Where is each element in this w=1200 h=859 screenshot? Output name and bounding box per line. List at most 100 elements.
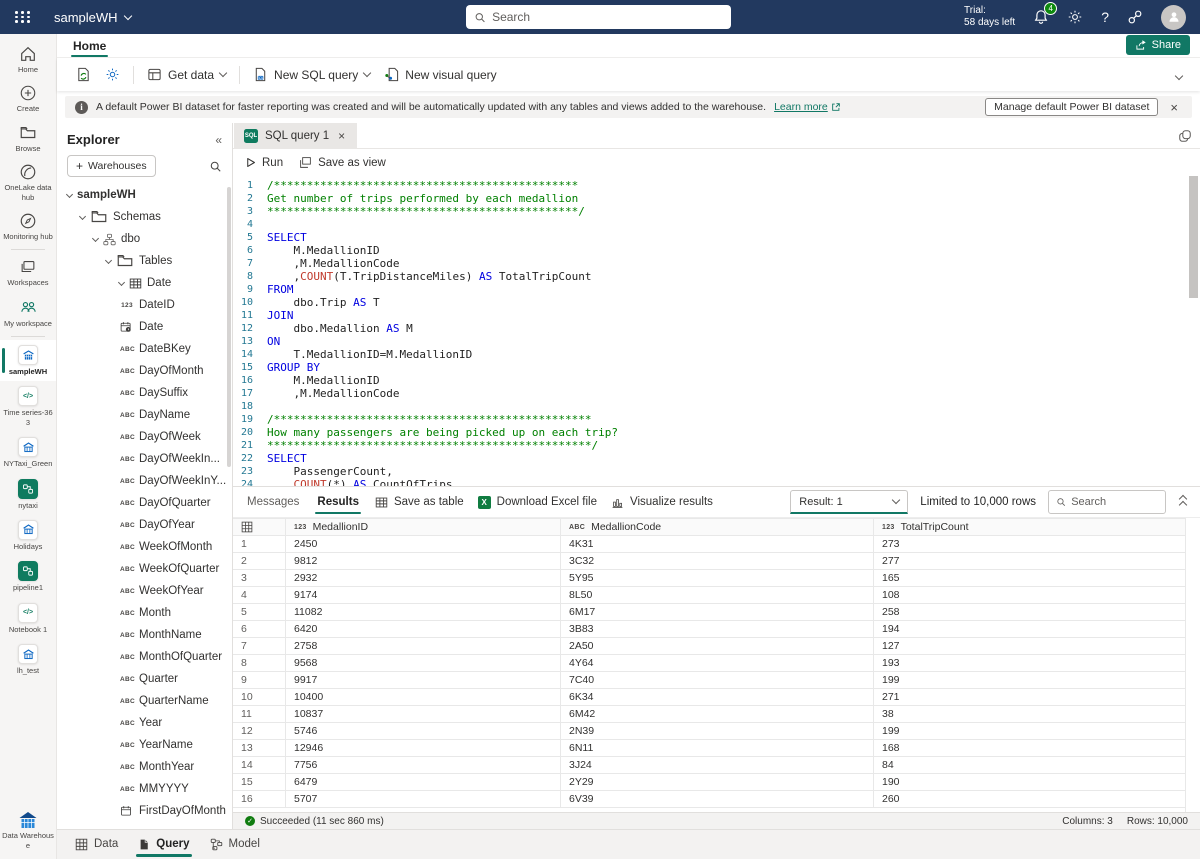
settings-button[interactable] (1067, 9, 1083, 25)
tree-column-dayname[interactable]: ABCDayName (57, 404, 232, 426)
add-warehouses-button[interactable]: + Warehouses (67, 155, 156, 177)
bottom-tab-query[interactable]: Query (130, 832, 197, 858)
tree-column-date[interactable]: Date (57, 316, 232, 338)
rail-item-onelake-data-hub[interactable]: OneLake data hub (0, 158, 56, 207)
table-row[interactable]: 5110826M17258 (233, 604, 1185, 621)
get-data-button[interactable]: Get data (140, 62, 233, 87)
close-tab-icon[interactable]: × (336, 129, 347, 143)
manage-default-dataset-button[interactable]: Manage default Power BI dataset (985, 98, 1158, 116)
new-sql-query-button[interactable]: SQL New SQL query (246, 62, 377, 87)
tree-column-firstdayofmonth[interactable]: FirstDayOfMonth (57, 800, 232, 822)
sql-code-editor[interactable]: 1/**************************************… (233, 176, 1200, 486)
tree-column-yearname[interactable]: ABCYearName (57, 734, 232, 756)
tree-column-dayofyear[interactable]: ABCDayOfYear (57, 514, 232, 536)
column-header-totaltripcount[interactable]: 123TotalTripCount (874, 519, 1185, 535)
share-button[interactable]: Share (1126, 35, 1190, 55)
tree-column-month[interactable]: ABCMonth (57, 602, 232, 624)
rail-item-nytaxi[interactable]: nytaxi (0, 474, 56, 515)
explorer-search-icon[interactable] (209, 160, 222, 173)
refresh-button[interactable] (69, 62, 98, 87)
table-row[interactable]: 1657076V39260 (233, 791, 1185, 808)
tree-column-dateid[interactable]: 123DateID (57, 294, 232, 316)
download-excel-button[interactable]: X Download Excel file (478, 496, 597, 509)
visualize-results-button[interactable]: Visualize results (611, 496, 713, 509)
explorer-scrollbar[interactable] (227, 187, 231, 467)
table-row[interactable]: 664203B83194 (233, 621, 1185, 638)
global-search-input[interactable] (492, 10, 723, 24)
save-as-view-button[interactable]: Save as view (299, 156, 386, 169)
table-row[interactable]: 1477563J2484 (233, 757, 1185, 774)
global-search[interactable] (466, 5, 731, 29)
collapse-explorer-icon[interactable]: « (215, 133, 222, 147)
tree-column-monthname[interactable]: ABCMonthName (57, 624, 232, 646)
table-row[interactable]: 895684Y64193 (233, 655, 1185, 672)
expander-chevron-icon[interactable] (79, 212, 86, 219)
rail-item-data-warehouse[interactable]: Data Warehouse (0, 806, 56, 855)
tree-column-weekofyear[interactable]: ABCWeekOfYear (57, 580, 232, 602)
collapse-ribbon-button[interactable] (1168, 62, 1190, 88)
column-header-medallionid[interactable]: 123MedallionID (286, 519, 561, 535)
bottom-tab-data[interactable]: Data (67, 832, 126, 858)
settings-ribbon-button[interactable] (98, 62, 127, 87)
tree-column-daysuffix[interactable]: ABCDaySuffix (57, 382, 232, 404)
tree-column-monthyear[interactable]: ABCMonthYear (57, 756, 232, 778)
workspace-switcher[interactable]: sampleWH (54, 10, 131, 25)
tab-results[interactable]: Results (315, 490, 361, 514)
tree-node-date[interactable]: Date (57, 272, 232, 294)
expander-chevron-icon[interactable] (66, 190, 73, 197)
tree-node-schemas[interactable]: Schemas (57, 206, 232, 228)
table-row[interactable]: 13129466N11168 (233, 740, 1185, 757)
tab-home[interactable]: Home (69, 37, 110, 57)
rail-item-notebook-1[interactable]: </>Notebook 1 (0, 598, 56, 639)
expander-chevron-icon[interactable] (92, 234, 99, 241)
rail-item-my-workspace[interactable]: My workspace (0, 293, 56, 333)
rail-item-browse[interactable]: Browse (0, 119, 56, 158)
rail-item-pipeline1[interactable]: pipeline1 (0, 556, 56, 597)
rail-item-lh-test[interactable]: lh_test (0, 639, 56, 680)
rail-item-samplewh[interactable]: sampleWH (0, 340, 56, 381)
rail-item-create[interactable]: Create (0, 79, 56, 118)
rail-item-home[interactable]: Home (0, 40, 56, 79)
table-row[interactable]: 11108376M4238 (233, 706, 1185, 723)
table-row[interactable]: 1257462N39199 (233, 723, 1185, 740)
results-search[interactable] (1048, 490, 1166, 514)
collapse-results-button[interactable] (1178, 494, 1188, 510)
tree-node-samplewh[interactable]: sampleWH (57, 184, 232, 206)
account-avatar[interactable] (1161, 5, 1186, 30)
banner-close-icon[interactable]: × (1166, 100, 1182, 115)
tab-sql-query-1[interactable]: SQL SQL query 1 × (234, 123, 357, 149)
tree-column-weekofmonth[interactable]: ABCWeekOfMonth (57, 536, 232, 558)
column-header-medallioncode[interactable]: ABCMedallionCode (561, 519, 874, 535)
table-row[interactable]: 124504K31273 (233, 536, 1185, 553)
table-row[interactable]: 727582A50127 (233, 638, 1185, 655)
tree-column-dayofmonth[interactable]: ABCDayOfMonth (57, 360, 232, 382)
result-select-dropdown[interactable]: Result: 1 (790, 490, 908, 514)
copy-button[interactable] (1178, 129, 1192, 143)
table-row[interactable]: 329325Y95165 (233, 570, 1185, 587)
rail-item-time-series-363[interactable]: </>Time series-363 (0, 381, 56, 432)
app-launcher-waffle-icon[interactable] (0, 0, 46, 34)
bottom-tab-model[interactable]: Model (202, 832, 268, 858)
rail-item-nytaxi-green[interactable]: NYTaxi_Green (0, 432, 56, 473)
expander-chevron-icon[interactable] (118, 278, 125, 285)
learn-more-link[interactable]: Learn more (774, 101, 841, 113)
table-row[interactable]: 1564792Y29190 (233, 774, 1185, 791)
feedback-button[interactable] (1127, 9, 1143, 25)
tree-column-dayofweekin-[interactable]: ABCDayOfWeekIn... (57, 448, 232, 470)
tree-column-dayofweekiny-[interactable]: ABCDayOfWeekInY... (57, 470, 232, 492)
table-row[interactable]: 298123C32277 (233, 553, 1185, 570)
grid-corner-cell[interactable] (233, 519, 286, 535)
tab-messages[interactable]: Messages (245, 490, 301, 514)
tree-column-weekofquarter[interactable]: ABCWeekOfQuarter (57, 558, 232, 580)
tree-column-quarter[interactable]: ABCQuarter (57, 668, 232, 690)
table-row[interactable]: 10104006K34271 (233, 689, 1185, 706)
editor-scrollbar[interactable] (1189, 176, 1198, 298)
rail-item-holidays[interactable]: Holidays (0, 515, 56, 556)
tree-column-quartername[interactable]: ABCQuarterName (57, 690, 232, 712)
tree-column-year[interactable]: ABCYear (57, 712, 232, 734)
rail-item-workspaces[interactable]: Workspaces (0, 253, 56, 292)
rail-item-monitoring-hub[interactable]: Monitoring hub (0, 207, 56, 246)
tree-column-monthofquarter[interactable]: ABCMonthOfQuarter (57, 646, 232, 668)
tree-column-datebkey[interactable]: ABCDateBKey (57, 338, 232, 360)
table-row[interactable]: 491748L50108 (233, 587, 1185, 604)
